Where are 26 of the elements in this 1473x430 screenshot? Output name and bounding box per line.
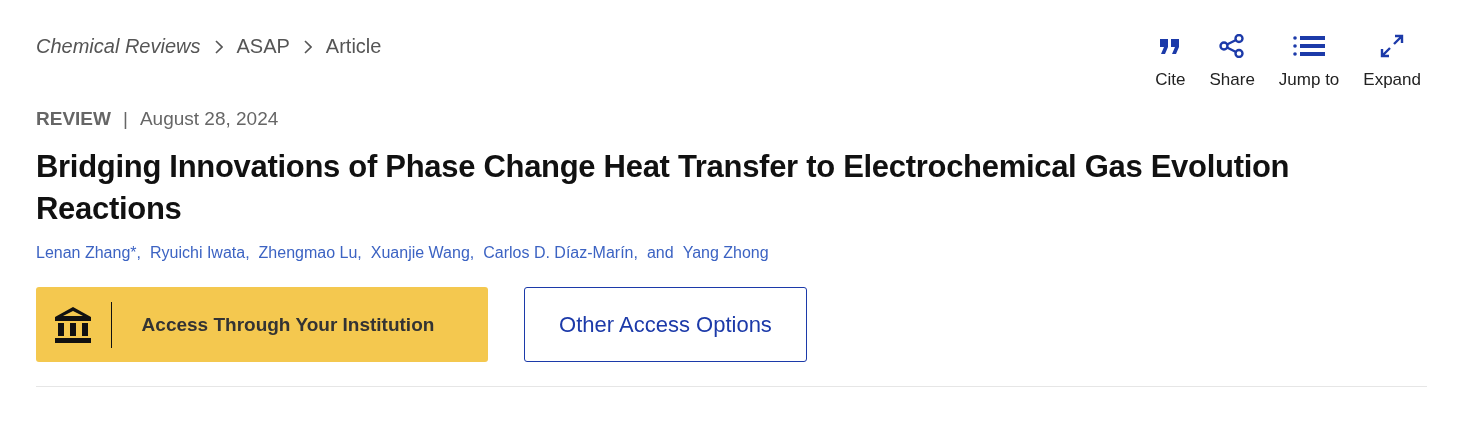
author-link[interactable]: Zhengmao Lu, (258, 244, 362, 262)
breadcrumb-link[interactable]: ASAP (236, 35, 290, 58)
toolbar-button[interactable]: Cite (1155, 34, 1186, 90)
toolbar-button[interactable]: Expand (1363, 34, 1421, 90)
chevron-icon (214, 39, 223, 54)
share-icon (1219, 34, 1246, 58)
author-link[interactable]: Ryuichi Iwata, (150, 244, 250, 262)
expand-icon (1379, 34, 1406, 58)
toolbar-button[interactable]: Jump to (1278, 34, 1340, 90)
breadcrumb-link[interactable]: Chemical Reviews (36, 35, 201, 58)
author-link[interactable]: Yang Zhong (682, 244, 769, 262)
chevron-icon (303, 39, 312, 54)
access-options-button[interactable]: Other Access Options (524, 287, 807, 362)
institution-icon (53, 305, 93, 344)
conjunction: and (646, 244, 674, 262)
separator: | (122, 108, 128, 130)
publication-date: August 28, 2024 (139, 108, 279, 130)
author-link[interactable]: Xuanjie Wang, (370, 244, 475, 262)
institution-access-button[interactable]: Access Through Your Institution (36, 287, 488, 362)
breadcrumb-link[interactable]: Article (325, 35, 382, 58)
list-icon (1293, 34, 1326, 58)
author-link[interactable]: Carlos D. Díaz-Marín, (483, 244, 638, 262)
article-type: REVIEW (36, 108, 111, 130)
author-link[interactable]: Lenan Zhang*, (36, 244, 141, 262)
toolbar-button[interactable]: Share (1209, 34, 1255, 90)
article-title: Bridging Innovations of Phase Change Heat Transfer to Electrochemical Gas Evolution Reactions (36, 148, 1291, 228)
